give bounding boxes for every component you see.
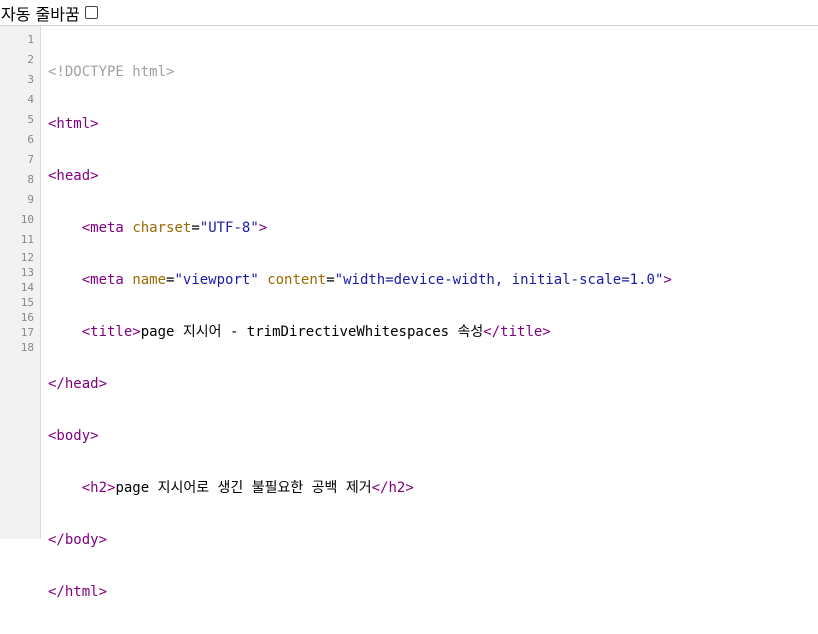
meta-tag-close: > xyxy=(663,272,672,288)
body-close-tag: </body> xyxy=(48,532,108,548)
title-open-tag: <title> xyxy=(81,324,141,340)
code-line-10: </body> xyxy=(48,530,818,550)
line-number: 6 xyxy=(27,133,34,146)
line-number: 17 xyxy=(20,326,34,339)
h2-text: page 지시어로 생긴 불필요한 공백 제거 xyxy=(115,480,372,496)
meta-tag-open: <meta xyxy=(81,272,124,288)
line-number: 12 xyxy=(20,251,34,264)
line-number: 1 xyxy=(27,33,34,46)
body-open-tag: <body> xyxy=(48,428,99,444)
head-open-tag: <head> xyxy=(48,168,99,184)
content-value: "width=device-width, initial-scale=1.0" xyxy=(334,272,664,288)
code-line-4: <meta charset="UTF-8"> xyxy=(48,218,818,238)
line-number: 11 xyxy=(20,233,34,246)
toolbar: 자동 줄바꿈 xyxy=(0,0,818,25)
word-wrap-toggle[interactable]: 자동 줄바꿈 xyxy=(1,1,98,25)
code-line-1: <!DOCTYPE html> xyxy=(48,62,818,82)
line-number: 2 xyxy=(27,53,34,66)
line-number-gutter: 1 2 3 4 5 6 7 8 9 10 11 12 13 14 15 16 1… xyxy=(0,26,41,539)
word-wrap-label: 자동 줄바꿈 xyxy=(1,4,80,24)
h2-close-tag: </h2> xyxy=(371,480,414,496)
meta-tag-open: <meta xyxy=(81,220,124,236)
title-close-tag: </title> xyxy=(483,324,551,340)
name-attr: name xyxy=(132,272,167,288)
head-close-tag: </head> xyxy=(48,376,108,392)
charset-value: "UTF-8" xyxy=(199,220,259,236)
code-line-8: <body> xyxy=(48,426,818,446)
code-line-7: </head> xyxy=(48,374,818,394)
line-number: 10 xyxy=(20,213,34,226)
line-number: 5 xyxy=(27,113,34,126)
content-attr: content xyxy=(267,272,327,288)
line-number: 16 xyxy=(20,311,34,324)
line-number: 9 xyxy=(27,193,34,206)
line-number: 3 xyxy=(27,73,34,86)
code-line-9: <h2>page 지시어로 생긴 불필요한 공백 제거</h2> xyxy=(48,478,818,498)
code-line-3: <head> xyxy=(48,166,818,186)
code-line-5: <meta name="viewport" content="width=dev… xyxy=(48,270,818,290)
code-editor[interactable]: 1 2 3 4 5 6 7 8 9 10 11 12 13 14 15 16 1… xyxy=(0,25,818,600)
line-number: 14 xyxy=(20,281,34,294)
name-value: "viewport" xyxy=(174,272,259,288)
line-number: 13 xyxy=(20,266,34,279)
code-line-6: <title>page 지시어 - trimDirectiveWhitespac… xyxy=(48,322,818,342)
h2-open-tag: <h2> xyxy=(81,480,116,496)
charset-attr: charset xyxy=(132,220,192,236)
equals-sign: = xyxy=(191,220,200,236)
line-number: 7 xyxy=(27,153,34,166)
meta-tag-close: > xyxy=(258,220,268,236)
line-number: 18 xyxy=(20,341,34,354)
doctype-token: <!DOCTYPE html> xyxy=(48,64,175,80)
html-close-tag: </html> xyxy=(48,584,108,600)
html-open-tag: <html> xyxy=(48,116,99,132)
title-text: page 지시어 - trimDirectiveWhitespaces 속성 xyxy=(140,324,484,340)
word-wrap-checkbox[interactable] xyxy=(84,6,98,19)
equals-sign: = xyxy=(326,272,335,288)
code-area[interactable]: <!DOCTYPE html> <html> <head> <meta char… xyxy=(41,26,818,600)
code-line-11: </html> xyxy=(48,582,818,602)
code-line-2: <html> xyxy=(48,114,818,134)
line-number: 15 xyxy=(20,296,34,309)
line-number: 4 xyxy=(27,93,34,106)
line-number: 8 xyxy=(27,173,34,186)
